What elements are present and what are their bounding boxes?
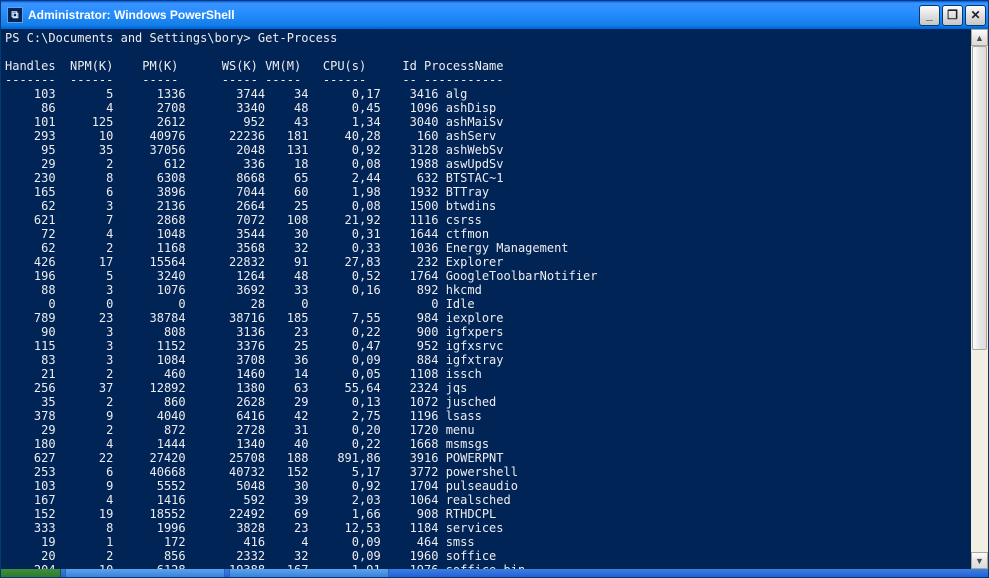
taskbar[interactable] xyxy=(1,569,988,577)
app-icon: ⧉ xyxy=(7,7,23,23)
taskbar-item[interactable] xyxy=(229,569,389,577)
scroll-down-button[interactable]: ▼ xyxy=(971,552,988,569)
scroll-thumb[interactable] xyxy=(972,46,987,350)
scroll-track[interactable] xyxy=(971,46,988,552)
window-title: Administrator: Windows PowerShell xyxy=(28,8,919,22)
minimize-icon: _ xyxy=(926,8,933,22)
maximize-button[interactable]: ❐ xyxy=(942,5,963,26)
taskbar-item[interactable] xyxy=(65,569,225,577)
close-icon: ✕ xyxy=(970,8,980,22)
console-area: PS C:\Documents and Settings\bory> Get-P… xyxy=(1,29,988,569)
start-button[interactable] xyxy=(1,569,61,577)
titlebar[interactable]: ⧉ Administrator: Windows PowerShell _ ❐ … xyxy=(1,1,988,29)
scroll-up-button[interactable]: ▲ xyxy=(971,29,988,46)
close-button[interactable]: ✕ xyxy=(965,5,986,26)
powershell-window: ⧉ Administrator: Windows PowerShell _ ❐ … xyxy=(0,0,989,578)
vertical-scrollbar[interactable]: ▲ ▼ xyxy=(971,29,988,569)
console-output[interactable]: PS C:\Documents and Settings\bory> Get-P… xyxy=(1,29,971,569)
maximize-icon: ❐ xyxy=(947,8,958,22)
app-icon-glyph: ⧉ xyxy=(11,10,18,21)
minimize-button[interactable]: _ xyxy=(919,5,940,26)
window-controls: _ ❐ ✕ xyxy=(919,5,986,26)
